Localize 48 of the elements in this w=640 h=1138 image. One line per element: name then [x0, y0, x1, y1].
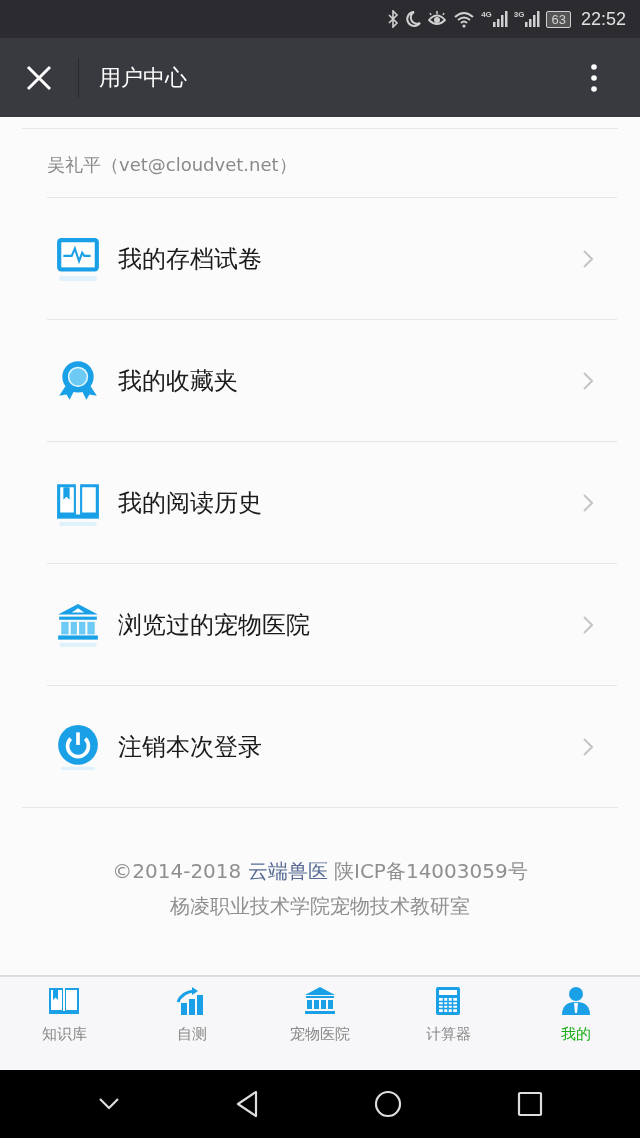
bluetooth-icon [387, 10, 400, 28]
menu-label: 我的收藏夹 [118, 365, 239, 397]
tab[interactable]: 计算器 [384, 977, 512, 1070]
network-type: 3G [513, 11, 525, 19]
monitor-icon [55, 235, 101, 282]
moon-icon [405, 10, 422, 28]
tab[interactable]: 宠物医院 [256, 977, 384, 1070]
close-button[interactable] [26, 64, 52, 91]
battery-indicator: 63 [546, 10, 571, 28]
down-icon[interactable] [97, 1097, 120, 1111]
close-icon [26, 64, 52, 91]
chevron-icon [583, 615, 593, 634]
clock: 22:52 [580, 8, 626, 30]
menu-item[interactable]: 我的存档试卷 [47, 198, 617, 320]
menu-label: 我的存档试卷 [118, 243, 263, 275]
tab[interactable]: 我的 [512, 977, 640, 1070]
menu-item[interactable]: 我的收藏夹 [47, 320, 617, 442]
book-icon [47, 985, 81, 1017]
eye-icon [427, 10, 448, 28]
bank-icon [303, 985, 337, 1017]
recent-apps-icon[interactable] [516, 1091, 543, 1117]
menu-label: 浏览过的宠物医院 [118, 609, 311, 641]
chevron-icon [583, 249, 593, 268]
menu-item[interactable]: 浏览过的宠物医院 [47, 564, 617, 686]
menu-label: 注销本次登录 [118, 731, 263, 763]
person-icon [559, 985, 593, 1017]
site-link[interactable]: 云端兽医 [247, 859, 328, 883]
menu-item[interactable]: 我的阅读历史 [47, 442, 617, 564]
user-account: 吴礼平（vet@cloudvet.net） [47, 129, 617, 198]
bank-icon [55, 601, 101, 648]
network-type: 4G [481, 11, 492, 19]
page-title: 用户中心 [99, 63, 188, 92]
more-icon [591, 63, 597, 92]
more-button[interactable] [591, 63, 597, 92]
tab[interactable]: 自测 [128, 977, 256, 1070]
wifi-icon [453, 10, 476, 28]
signal-icon [524, 11, 541, 27]
organization-text: 杨凌职业技术学院宠物技术教研室 [170, 893, 470, 920]
copyright-text: ©2014-2018 云端兽医 陕ICP备14003059号 [112, 858, 528, 885]
chevron-icon [583, 737, 593, 756]
menu-label: 我的阅读历史 [118, 487, 263, 519]
power-icon [55, 723, 101, 770]
home-icon[interactable] [373, 1090, 402, 1118]
chevron-icon [583, 371, 593, 390]
chevron-icon [583, 493, 593, 512]
signal-icon [491, 11, 508, 27]
back-icon[interactable] [234, 1090, 259, 1118]
tab[interactable]: 知识库 [0, 977, 128, 1070]
